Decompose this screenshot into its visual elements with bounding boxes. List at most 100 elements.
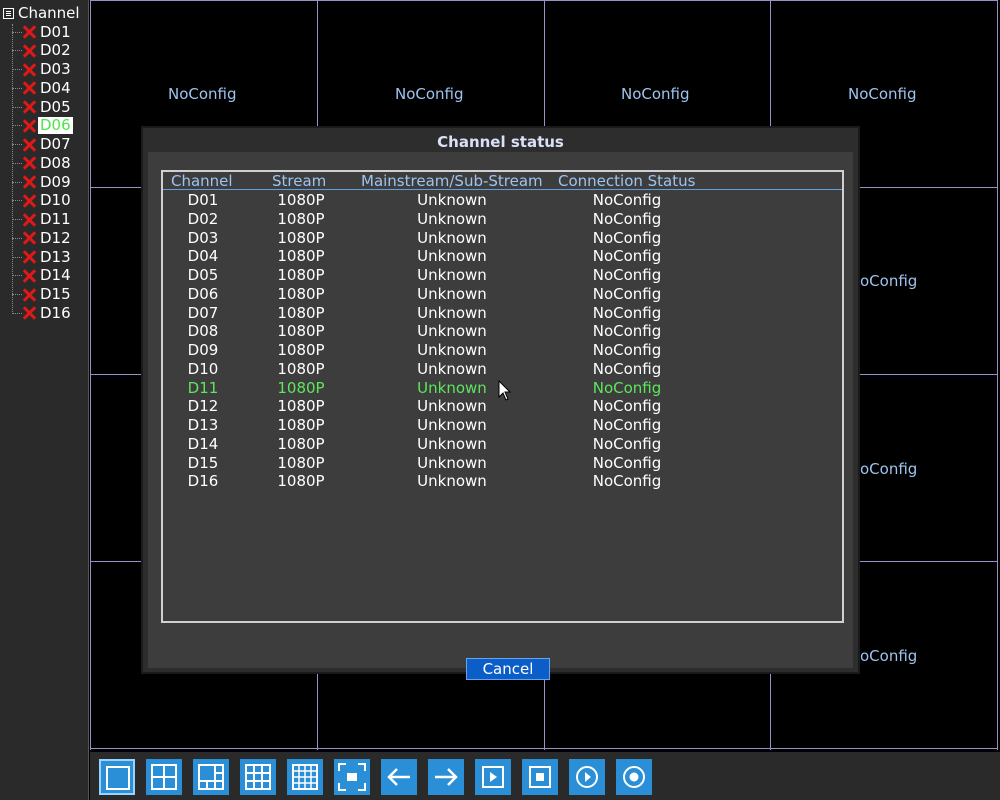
sidebar-channel-d16[interactable]: D16 [12, 304, 73, 322]
cell-substream: Unknown [417, 284, 487, 303]
table-row[interactable]: D10 1080P Unknown NoConfig [163, 360, 842, 378]
cell-status: NoConfig [592, 378, 662, 397]
sidebar-channel-d09[interactable]: D09 [12, 173, 73, 191]
cell-substream: Unknown [417, 209, 487, 228]
table-row[interactable]: D08 1080P Unknown NoConfig [163, 322, 842, 340]
table-row[interactable]: D02 1080P Unknown NoConfig [163, 210, 842, 228]
cell-status: NoConfig [592, 191, 662, 209]
disconnected-x-icon [22, 25, 36, 39]
sidebar-channel-d11[interactable]: D11 [12, 211, 73, 229]
cell-channel: D16 [187, 472, 219, 491]
tree-connector [12, 312, 22, 314]
sidebar-channel-d08[interactable]: D08 [12, 154, 73, 172]
table-row[interactable]: D09 1080P Unknown NoConfig [163, 341, 842, 359]
sidebar-channel-d07[interactable]: D07 [12, 136, 73, 154]
cancel-button[interactable]: Cancel [466, 658, 550, 680]
disconnected-x-icon [22, 175, 36, 189]
sidebar-channel-d10[interactable]: D10 [12, 192, 73, 210]
channel-label: D07 [40, 135, 71, 153]
dialog-body: Channel Stream Mainstream/Sub-Stream Con… [148, 152, 853, 680]
disconnected-x-icon [22, 119, 36, 133]
cell-channel: D06 [187, 284, 219, 303]
cell-channel: D11 [187, 378, 219, 397]
sidebar-channel-d01[interactable]: D01 [12, 23, 73, 41]
record-icon[interactable] [616, 759, 652, 795]
stop-icon[interactable] [522, 759, 558, 795]
table-row[interactable]: D06 1080P Unknown NoConfig [163, 285, 842, 303]
cell-channel: D02 [187, 209, 219, 228]
cell-status: NoConfig [592, 341, 662, 359]
channel-label: D01 [40, 22, 71, 41]
cell-status: NoConfig [592, 453, 662, 472]
disconnected-x-icon [22, 44, 36, 58]
sidebar-channel-d02[interactable]: D02 [12, 42, 73, 60]
sidebar-channel-d12[interactable]: D12 [12, 229, 73, 247]
playback-icon[interactable] [569, 759, 605, 795]
table-row[interactable]: D01 1080P Unknown NoConfig [163, 191, 842, 209]
arrow-right-icon[interactable] [428, 759, 464, 795]
tree-connector [12, 125, 22, 127]
channel-tree-title: Channel [18, 4, 80, 22]
cell-channel: D04 [187, 247, 219, 266]
quad-view-icon[interactable] [146, 759, 182, 795]
six-view-icon[interactable] [193, 759, 229, 795]
cell-status: NoConfig [592, 434, 662, 453]
table-row[interactable]: D03 1080P Unknown NoConfig [163, 229, 842, 247]
cell-channel: D13 [187, 416, 219, 434]
nine-view-icon[interactable] [240, 759, 276, 795]
sidebar-channel-d03[interactable]: D03 [12, 61, 73, 79]
tile-status-2: NoConfig [395, 85, 464, 103]
cell-channel: D01 [187, 191, 219, 209]
tree-connector [12, 87, 22, 89]
cell-stream: 1080P [277, 472, 325, 491]
cell-substream: Unknown [417, 228, 487, 247]
channel-label: D02 [40, 41, 71, 60]
table-row[interactable]: D13 1080P Unknown NoConfig [163, 416, 842, 434]
table-row[interactable]: D16 1080P Unknown NoConfig [163, 472, 842, 490]
cell-channel: D12 [187, 397, 219, 416]
channel-tree-header[interactable]: Channel [3, 4, 80, 22]
disconnected-x-icon [22, 288, 36, 302]
channel-sidebar: Channel D01 D02 D03 D04 D05 D06 D07 D08 D09 D10 D1… [0, 0, 89, 800]
cell-stream: 1080P [277, 303, 325, 322]
sidebar-channel-d15[interactable]: D15 [12, 286, 73, 304]
table-row[interactable]: D14 1080P Unknown NoConfig [163, 435, 842, 453]
sidebar-channel-d05[interactable]: D05 [12, 98, 73, 116]
sidebar-channel-d04[interactable]: D04 [12, 79, 73, 97]
fullscreen-icon[interactable] [334, 759, 370, 795]
tree-connector [12, 256, 22, 258]
table-row[interactable]: D05 1080P Unknown NoConfig [163, 266, 842, 284]
disconnected-x-icon [22, 213, 36, 227]
tree-connector [12, 31, 22, 33]
column-header-mainstream-sub-stream: Mainstream/Sub-Stream [361, 172, 543, 190]
cell-channel: D15 [187, 453, 219, 472]
sidebar-channel-d06[interactable]: D06 [12, 117, 73, 135]
tree-connector [12, 219, 22, 220]
disconnected-x-icon [22, 306, 36, 320]
disconnected-x-icon [22, 156, 36, 170]
play-icon[interactable] [475, 759, 511, 795]
tile-status-3: NoConfig [621, 85, 690, 103]
tree-connector [12, 144, 22, 145]
table-row[interactable]: D07 1080P Unknown NoConfig [163, 304, 842, 322]
cell-stream: 1080P [277, 284, 325, 303]
table-row[interactable]: D15 1080P Unknown NoConfig [163, 454, 842, 472]
sixteen-view-icon[interactable] [287, 759, 323, 795]
cell-status: NoConfig [592, 266, 662, 284]
single-view-icon[interactable] [99, 759, 135, 795]
tree-collapse-icon[interactable] [3, 7, 14, 19]
sidebar-channel-d13[interactable]: D13 [12, 248, 73, 266]
channel-label: D13 [40, 247, 71, 266]
table-row[interactable]: D04 1080P Unknown NoConfig [163, 247, 842, 265]
sidebar-channel-d14[interactable]: D14 [12, 267, 73, 285]
cell-status: NoConfig [592, 303, 662, 322]
arrow-left-icon[interactable] [381, 759, 417, 795]
cell-status: NoConfig [592, 209, 662, 228]
tree-connector [12, 50, 22, 52]
disconnected-x-icon [22, 63, 36, 77]
cell-substream: Unknown [417, 322, 487, 341]
cell-stream: 1080P [277, 247, 325, 266]
cell-stream: 1080P [277, 397, 325, 416]
cell-channel: D09 [187, 341, 219, 359]
mouse-cursor-icon [498, 380, 512, 401]
